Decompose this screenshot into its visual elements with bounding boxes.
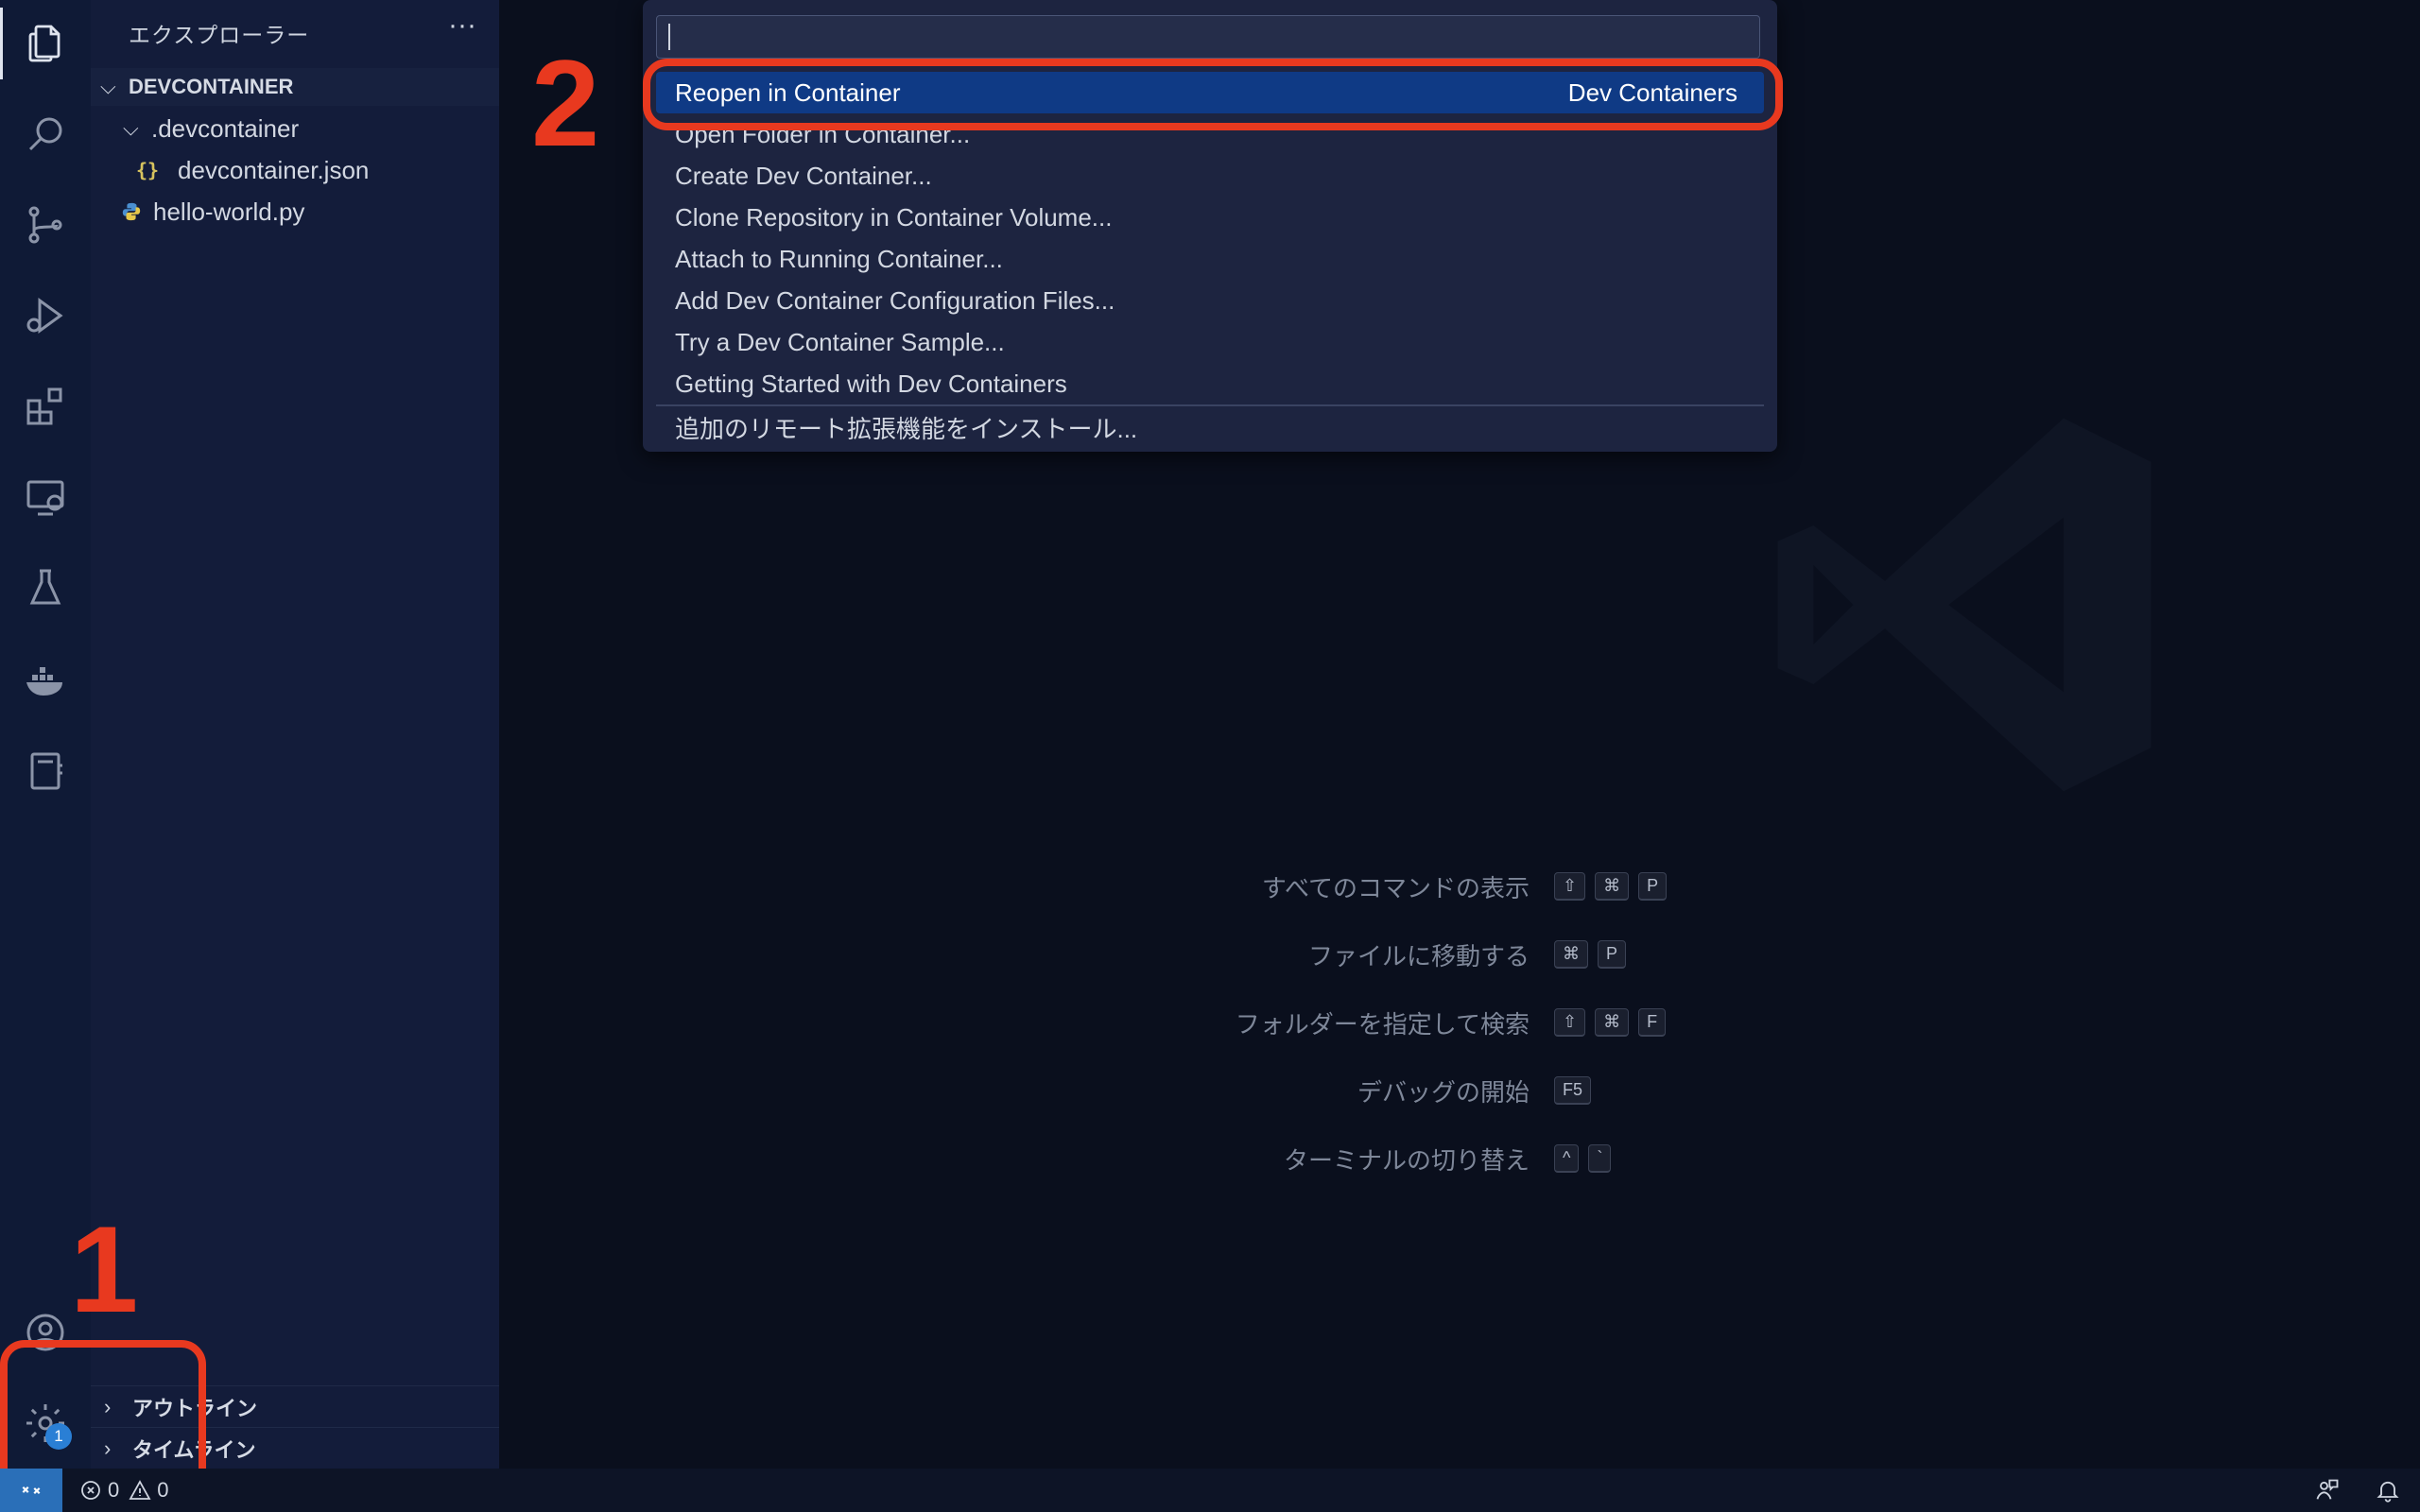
key: ⇧ [1554, 872, 1586, 901]
python-file-icon [122, 202, 141, 221]
docker-icon[interactable] [17, 652, 74, 709]
key: F5 [1554, 1076, 1592, 1105]
explorer-sidebar: エクスプローラー ··· ⌵ DEVCONTAINER ⌵ .devcontai… [91, 0, 499, 1469]
item-label: Clone Repository in Container Volume... [675, 202, 1113, 232]
more-actions-button[interactable]: ··· [448, 9, 476, 42]
warning-count: 0 [157, 1478, 169, 1502]
quick-pick-item[interactable]: Add Dev Container Configuration Files... [656, 280, 1764, 321]
quick-pick-item[interactable]: Attach to Running Container... [656, 238, 1764, 280]
key: ` [1588, 1144, 1612, 1173]
status-bar: 0 0 [0, 1469, 2420, 1512]
remote-indicator-button[interactable] [0, 1469, 62, 1512]
item-label: Attach to Running Container... [675, 244, 1003, 273]
quick-pick-item[interactable]: Clone Repository in Container Volume... [656, 197, 1764, 238]
item-label: Add Dev Container Configuration Files... [675, 285, 1115, 315]
tree-item-label: hello-world.py [153, 197, 305, 226]
quick-pick-item-install-remote-extensions[interactable]: 追加のリモート拡張機能をインストール... [656, 406, 1764, 448]
warning-icon [129, 1480, 151, 1500]
error-count: 0 [108, 1478, 120, 1502]
tree-item-devcontainer-folder[interactable]: ⌵ .devcontainer [91, 109, 531, 148]
extensions-icon[interactable] [17, 378, 74, 435]
feedback-icon[interactable] [2314, 1477, 2341, 1503]
key: ⌘ [1595, 1008, 1630, 1037]
key: P [1638, 872, 1668, 901]
run-debug-icon[interactable] [17, 287, 74, 344]
remote-icon [22, 1486, 41, 1495]
notebook-icon[interactable] [17, 743, 74, 799]
remote-explorer-icon[interactable] [17, 469, 74, 525]
annotation-highlight-box [643, 59, 1783, 130]
active-indicator [0, 8, 3, 79]
command-palette-input[interactable] [656, 15, 1760, 59]
key: P [1598, 940, 1627, 969]
workspace-title: DEVCONTAINER [129, 75, 294, 98]
tree-item-label: .devcontainer [151, 113, 300, 143]
annotation-number-2: 2 [531, 34, 600, 172]
tree-item-label: devcontainer.json [178, 155, 370, 184]
sidebar-title: エクスプローラー [129, 23, 310, 47]
testing-icon[interactable] [17, 559, 74, 616]
vscode-logo-watermark [1777, 418, 2152, 792]
error-icon [81, 1481, 100, 1500]
shortcut-row: デバッグの開始 F5 [1163, 1072, 1730, 1109]
quick-pick-item[interactable]: Try a Dev Container Sample... [656, 321, 1764, 363]
shortcut-label: ターミナルの切り替え [1283, 1145, 1530, 1175]
quick-pick-item[interactable]: Create Dev Container... [656, 155, 1764, 197]
problems-button[interactable]: 0 0 [79, 1478, 169, 1503]
text-cursor [668, 24, 670, 50]
key: ⌘ [1554, 940, 1588, 969]
search-icon[interactable] [17, 106, 74, 163]
json-file-icon: {} [136, 159, 160, 181]
tree-item-devcontainer-json[interactable]: {} devcontainer.json [91, 150, 544, 190]
shortcut-row: ファイルに移動する ⌘ P [1163, 936, 1730, 973]
tree-item-hello-world-py[interactable]: hello-world.py [91, 192, 529, 232]
key: ⇧ [1554, 1008, 1586, 1037]
key: ^ [1554, 1144, 1580, 1173]
explorer-icon[interactable] [17, 15, 74, 72]
shortcut-row: フォルダーを指定して検索 ⇧ ⌘ F [1163, 1004, 1730, 1041]
chevron-down-icon: ⌵ [123, 116, 139, 140]
key: ⌘ [1595, 872, 1630, 901]
shortcut-label: すべてのコマンドの表示 [1261, 873, 1530, 902]
shortcut-row: すべてのコマンドの表示 ⇧ ⌘ P [1163, 868, 1730, 905]
item-label: Getting Started with Dev Containers [675, 369, 1067, 398]
shortcut-label: フォルダーを指定して検索 [1235, 1009, 1530, 1039]
item-label: Create Dev Container... [675, 161, 932, 190]
source-control-icon[interactable] [17, 197, 74, 253]
workspace-section-header[interactable]: ⌵ DEVCONTAINER [91, 68, 499, 106]
item-label: Try a Dev Container Sample... [675, 327, 1005, 356]
shortcut-row: ターミナルの切り替え ^ ` [1163, 1140, 1730, 1177]
shortcut-label: デバッグの開始 [1357, 1077, 1530, 1107]
notifications-bell-icon[interactable] [2375, 1477, 2401, 1503]
shortcut-label: ファイルに移動する [1307, 941, 1530, 971]
key: F [1638, 1008, 1667, 1037]
annotation-number-1: 1 [70, 1200, 139, 1338]
quick-pick-item[interactable]: Getting Started with Dev Containers [656, 363, 1764, 404]
chevron-down-icon: ⌵ [100, 75, 116, 98]
item-label: 追加のリモート拡張機能をインストール... [675, 414, 1138, 443]
